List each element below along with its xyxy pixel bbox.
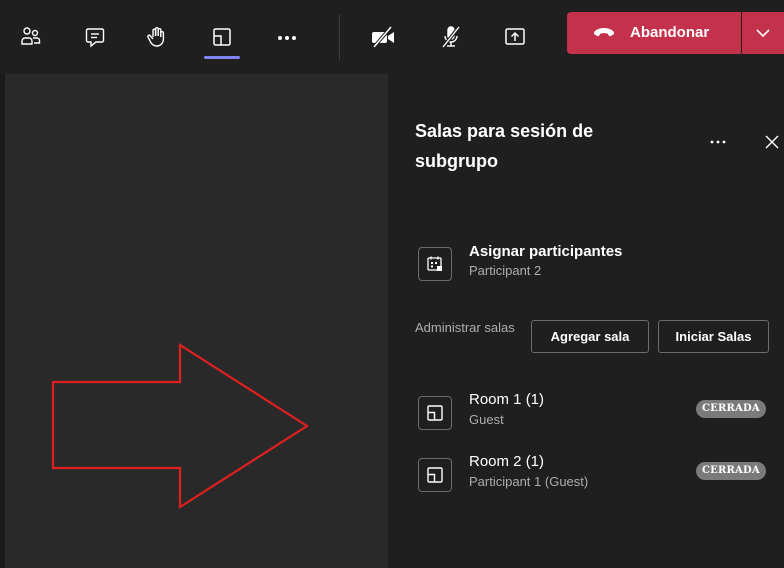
toolbar-divider (339, 14, 340, 60)
leave-label: Abandonar (630, 24, 710, 41)
people-icon[interactable] (14, 20, 48, 54)
leave-options-button[interactable] (742, 12, 784, 54)
room-status-badge: CERRADA (696, 400, 766, 418)
room-item[interactable]: Room 2 (1) Participant 1 (Guest) CERRADA (418, 450, 774, 498)
room-name: Room 2 (1) (469, 453, 545, 470)
mic-off-icon[interactable] (434, 20, 468, 54)
breakout-rooms-icon[interactable] (205, 20, 239, 54)
annotation-arrow-icon (51, 342, 310, 510)
assign-title: Asignar participantes (469, 243, 623, 260)
panel-close-button[interactable] (760, 130, 784, 154)
more-icon (710, 140, 726, 144)
assign-participants[interactable]: Asignar participantes Participant 2 (418, 239, 738, 285)
chevron-down-icon (756, 29, 770, 38)
room-participants: Guest (469, 412, 504, 427)
room-item[interactable]: Room 1 (1) Guest CERRADA (418, 388, 774, 436)
room-icon (418, 458, 452, 492)
chat-icon[interactable] (78, 20, 112, 54)
more-icon[interactable] (270, 20, 304, 54)
room-name: Room 1 (1) (469, 391, 545, 408)
hang-up-icon (593, 28, 615, 37)
meeting-toolbar: Abandonar (0, 0, 784, 74)
raise-hand-icon[interactable] (140, 20, 174, 54)
leave-button[interactable]: Abandonar (567, 12, 741, 54)
room-participants: Participant 1 (Guest) (469, 474, 589, 489)
assign-subtitle: Participant 2 (469, 263, 542, 278)
manage-rooms-label: Administrar salas (415, 320, 515, 335)
add-room-button[interactable]: Agregar sala (531, 320, 649, 353)
room-status-badge: CERRADA (696, 462, 766, 480)
panel-title: Salas para sesión de subgrupo (415, 121, 594, 171)
calendar-assign-icon (418, 247, 452, 281)
stage-edge (0, 74, 5, 568)
breakout-rooms-panel: Salas para sesión de subgrupo Asignar pa… (388, 74, 784, 568)
close-icon (765, 135, 779, 149)
active-tab-indicator (204, 56, 240, 59)
room-icon (418, 396, 452, 430)
start-rooms-button[interactable]: Iniciar Salas (658, 320, 769, 353)
camera-off-icon[interactable] (367, 20, 401, 54)
panel-more-button[interactable] (706, 130, 730, 154)
share-screen-icon[interactable] (498, 20, 532, 54)
